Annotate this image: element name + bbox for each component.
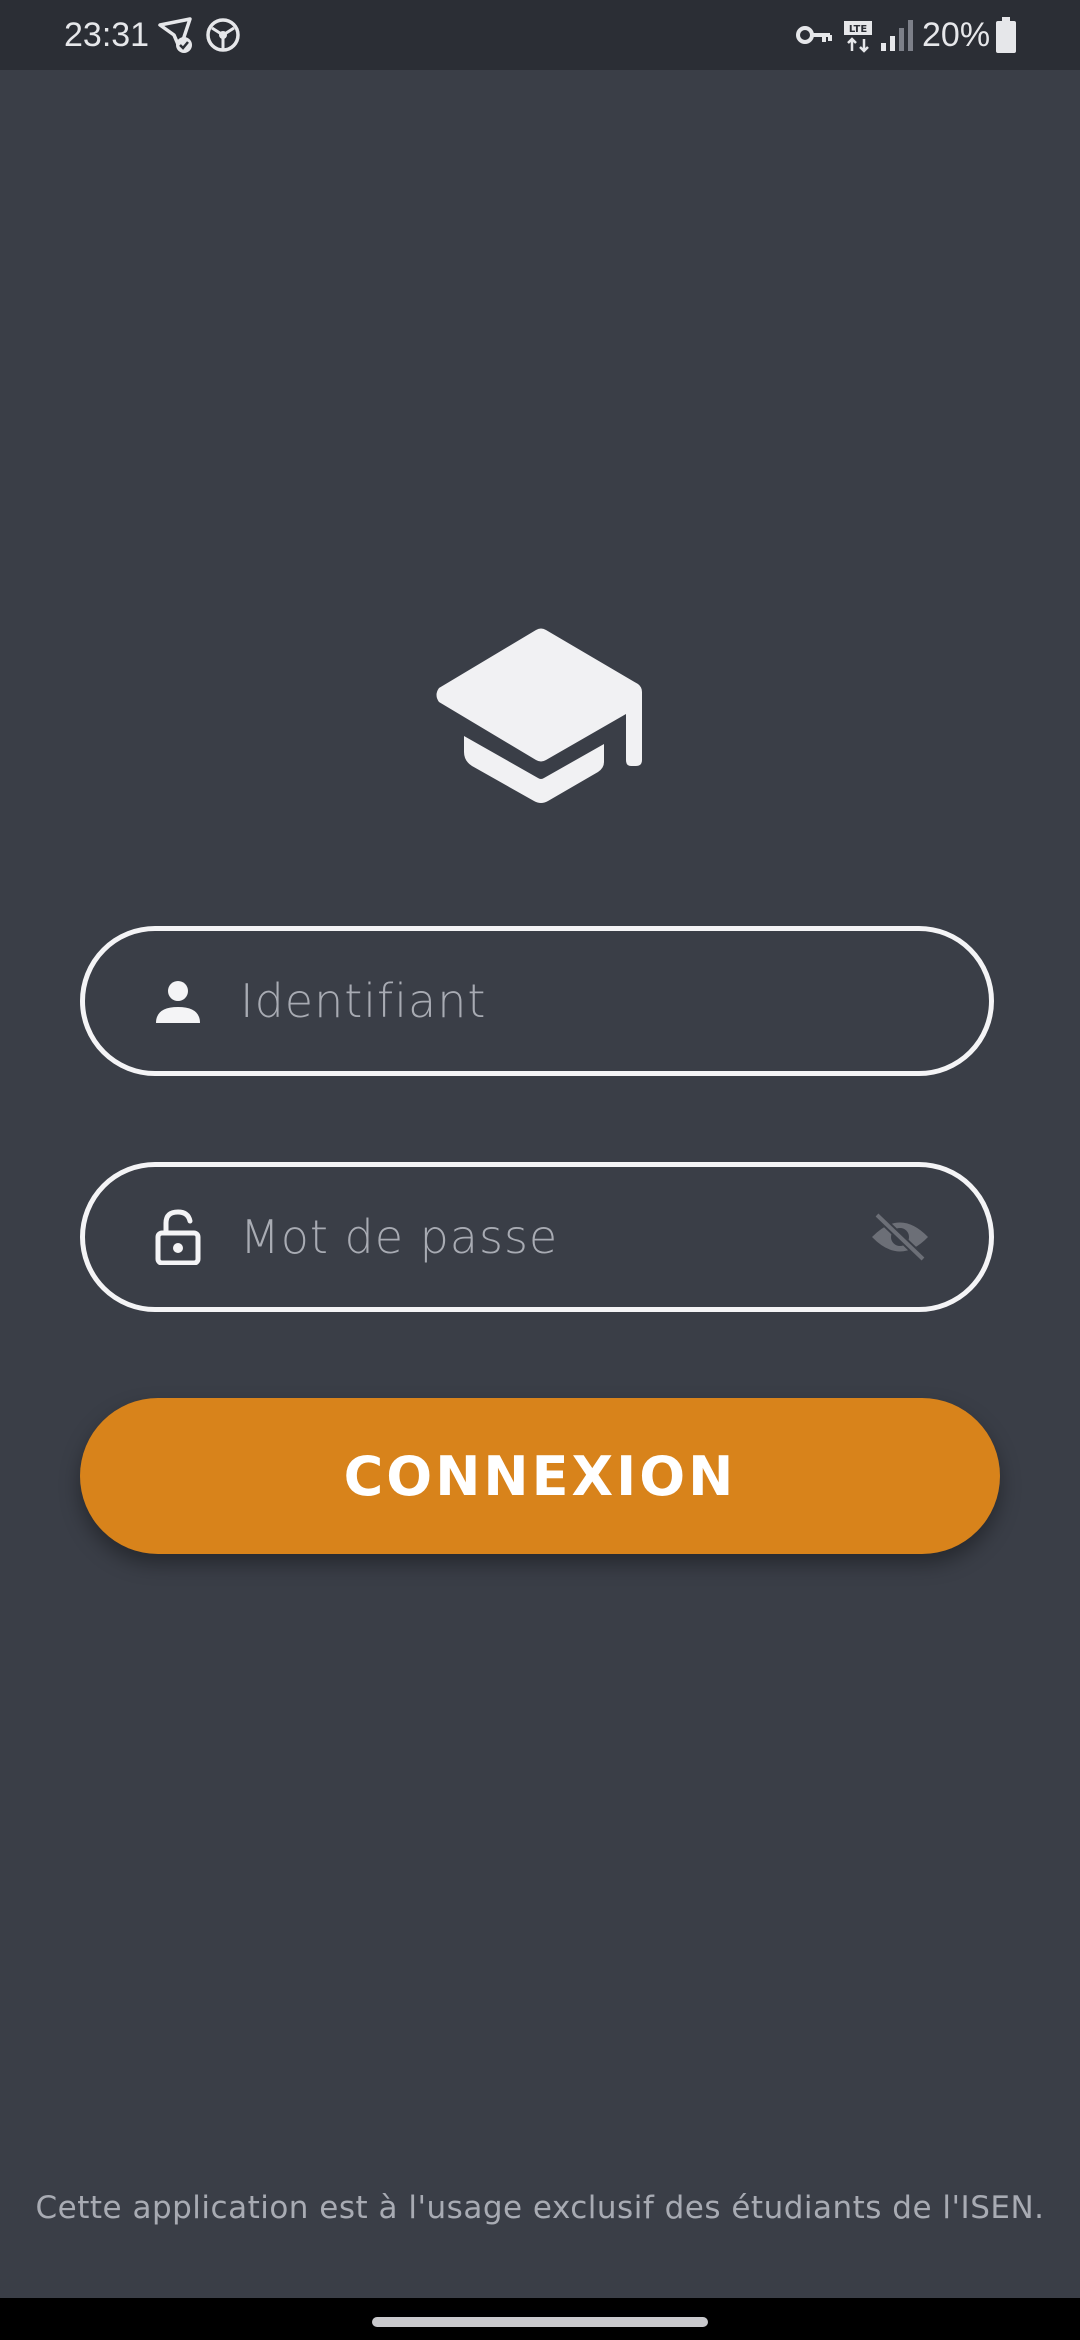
toggle-password-visibility-icon[interactable] <box>867 1204 933 1270</box>
battery-icon <box>994 0 1018 70</box>
username-field[interactable] <box>80 926 994 1076</box>
password-field[interactable] <box>80 1162 994 1312</box>
signal-icon <box>878 0 918 70</box>
svg-text:LTE: LTE <box>849 24 868 35</box>
footer-notice: Cette application est à l'usage exclusif… <box>35 2190 1045 2226</box>
key-icon <box>794 0 834 70</box>
battery-percentage: 20% <box>922 16 991 54</box>
lte-icon: LTE <box>842 0 874 70</box>
home-gesture-handle[interactable] <box>372 2317 708 2327</box>
password-input[interactable] <box>240 1167 840 1307</box>
location-check-icon <box>156 0 196 70</box>
person-icon <box>153 976 203 1026</box>
status-time: 23:31 <box>64 16 150 54</box>
login-button[interactable]: CONNEXION <box>80 1398 1000 1554</box>
navigation-bar <box>0 2298 1080 2340</box>
vpn-network-icon <box>204 0 242 70</box>
status-bar: 23:31 LTE 20% <box>0 0 1080 70</box>
graduation-cap-icon <box>436 626 646 806</box>
username-input[interactable] <box>240 931 840 1071</box>
lock-icon <box>153 1209 203 1265</box>
